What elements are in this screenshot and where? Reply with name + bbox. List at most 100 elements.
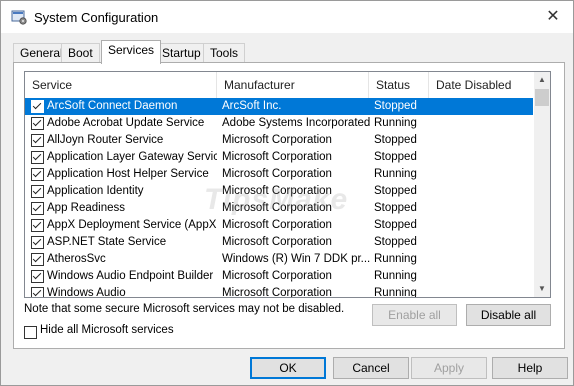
table-row[interactable]: Adobe Acrobat Update Service Adobe System… <box>25 115 533 132</box>
scroll-up-icon[interactable]: ▲ <box>534 72 550 88</box>
table-row[interactable]: App Readiness Microsoft Corporation Stoppe… <box>25 200 533 217</box>
service-checkbox[interactable] <box>31 270 44 283</box>
checkmark-icon <box>32 134 42 144</box>
service-checkbox[interactable] <box>31 168 44 181</box>
status-cell: Stopped <box>374 100 417 112</box>
status-cell: Stopped <box>374 151 417 163</box>
checkmark-icon <box>32 151 42 161</box>
checkmark-icon <box>32 168 42 178</box>
status-cell: Running <box>374 168 417 180</box>
manufacturer-cell: Microsoft Corporation <box>222 202 332 214</box>
hide-microsoft-services-label: Hide all Microsoft services <box>40 324 174 336</box>
service-name: Windows Audio Endpoint Builder <box>47 270 214 282</box>
scroll-thumb[interactable] <box>535 89 549 106</box>
enable-all-button[interactable]: Enable all <box>372 304 457 326</box>
service-name: AppX Deployment Service (AppX... <box>47 219 217 231</box>
manufacturer-cell: Microsoft Corporation <box>222 270 332 282</box>
status-cell: Running <box>374 270 417 282</box>
status-cell: Running <box>374 287 417 298</box>
checkmark-icon <box>32 270 42 280</box>
table-row[interactable]: Windows Audio Microsoft Corporation Runnin… <box>25 285 533 298</box>
status-cell: Running <box>374 253 417 265</box>
help-button[interactable]: Help <box>492 357 568 379</box>
service-name: ArcSoft Connect Daemon <box>47 100 178 112</box>
service-name: Application Layer Gateway Service <box>47 151 217 163</box>
tab-boot[interactable]: Boot <box>61 43 100 63</box>
status-cell: Stopped <box>374 236 417 248</box>
manufacturer-cell: Adobe Systems Incorporated <box>222 117 371 129</box>
checkmark-icon <box>32 219 42 229</box>
column-header-date-disabled[interactable]: Date Disabled <box>429 72 533 98</box>
service-name: AllJoyn Router Service <box>47 134 164 146</box>
checkmark-icon <box>32 202 42 212</box>
title-bar: System Configuration ✕ <box>1 1 573 33</box>
manufacturer-cell: Microsoft Corporation <box>222 287 332 298</box>
tab-startup[interactable]: Startup <box>155 43 208 63</box>
tab-tools[interactable]: Tools <box>203 43 246 63</box>
column-header-manufacturer[interactable]: Manufacturer <box>217 72 369 98</box>
table-row[interactable]: ASP.NET State Service Microsoft Corporati… <box>25 234 533 251</box>
tab-services[interactable]: Services <box>101 40 162 64</box>
close-icon[interactable]: ✕ <box>533 1 573 33</box>
service-checkbox[interactable] <box>31 287 44 297</box>
status-cell: Stopped <box>374 202 417 214</box>
service-checkbox[interactable] <box>31 185 44 198</box>
services-panel: Service Manufacturer Status Date Disable… <box>13 62 565 349</box>
service-name: App Readiness <box>47 202 125 214</box>
manufacturer-cell: Windows (R) Win 7 DDK pr... <box>222 253 371 265</box>
window-title: System Configuration <box>34 10 159 25</box>
status-cell: Stopped <box>374 134 417 146</box>
ok-button[interactable]: OK <box>250 357 326 379</box>
service-name: Application Identity <box>47 185 144 197</box>
services-list[interactable]: Service Manufacturer Status Date Disable… <box>24 71 551 298</box>
cancel-button[interactable]: Cancel <box>333 357 409 379</box>
service-checkbox[interactable] <box>31 253 44 266</box>
table-row[interactable]: Application Identity Microsoft Corporatio… <box>25 183 533 200</box>
table-row[interactable]: AllJoyn Router Service Microsoft Corporat… <box>25 132 533 149</box>
hide-microsoft-services-checkbox[interactable] <box>24 326 37 339</box>
manufacturer-cell: Microsoft Corporation <box>222 168 332 180</box>
apply-button[interactable]: Apply <box>411 357 487 379</box>
service-name: Application Host Helper Service <box>47 168 209 180</box>
service-checkbox[interactable] <box>31 219 44 232</box>
status-cell: Stopped <box>374 219 417 231</box>
manufacturer-cell: Microsoft Corporation <box>222 185 332 197</box>
table-row[interactable]: ArcSoft Connect Daemon ArcSoft Inc. Stoppe… <box>25 98 533 115</box>
service-checkbox[interactable] <box>31 236 44 249</box>
table-row[interactable]: Application Layer Gateway Service Microso… <box>25 149 533 166</box>
service-checkbox[interactable] <box>31 117 44 130</box>
manufacturer-cell: ArcSoft Inc. <box>222 100 282 112</box>
table-row[interactable]: AtherosSvc Windows (R) Win 7 DDK pr... Run… <box>25 251 533 268</box>
checkmark-icon <box>32 236 42 246</box>
manufacturer-cell: Microsoft Corporation <box>222 219 332 231</box>
disable-all-button[interactable]: Disable all <box>466 304 551 326</box>
vertical-scrollbar[interactable]: ▲ ▼ <box>534 72 550 297</box>
service-name: ASP.NET State Service <box>47 236 167 248</box>
service-checkbox[interactable] <box>31 151 44 164</box>
secure-services-note: Note that some secure Microsoft services… <box>24 303 345 315</box>
checkmark-icon <box>32 253 42 263</box>
rows: ArcSoft Connect Daemon ArcSoft Inc. Stoppe… <box>25 98 533 298</box>
checkmark-icon <box>32 287 42 297</box>
checkmark-icon <box>32 117 42 127</box>
column-header-row: Service Manufacturer Status Date Disable… <box>25 72 533 98</box>
system-configuration-icon <box>11 10 27 25</box>
manufacturer-cell: Microsoft Corporation <box>222 151 332 163</box>
service-checkbox[interactable] <box>31 134 44 147</box>
checkmark-icon <box>32 185 42 195</box>
status-cell: Running <box>374 117 417 129</box>
column-header-status[interactable]: Status <box>369 72 429 98</box>
checkmark-icon <box>32 100 42 110</box>
service-checkbox[interactable] <box>31 100 44 113</box>
table-row[interactable]: Application Host Helper Service Microsoft… <box>25 166 533 183</box>
service-name: Adobe Acrobat Update Service <box>47 117 205 129</box>
column-header-service[interactable]: Service <box>25 72 217 98</box>
service-checkbox[interactable] <box>31 202 44 215</box>
manufacturer-cell: Microsoft Corporation <box>222 236 332 248</box>
table-row[interactable]: AppX Deployment Service (AppX... Microsof… <box>25 217 533 234</box>
manufacturer-cell: Microsoft Corporation <box>222 134 332 146</box>
scroll-down-icon[interactable]: ▼ <box>534 281 550 297</box>
table-row[interactable]: Windows Audio Endpoint Builder Microsoft … <box>25 268 533 285</box>
system-configuration-window: System Configuration ✕ General Boot Serv… <box>0 0 574 386</box>
service-name: Windows Audio <box>47 287 126 298</box>
